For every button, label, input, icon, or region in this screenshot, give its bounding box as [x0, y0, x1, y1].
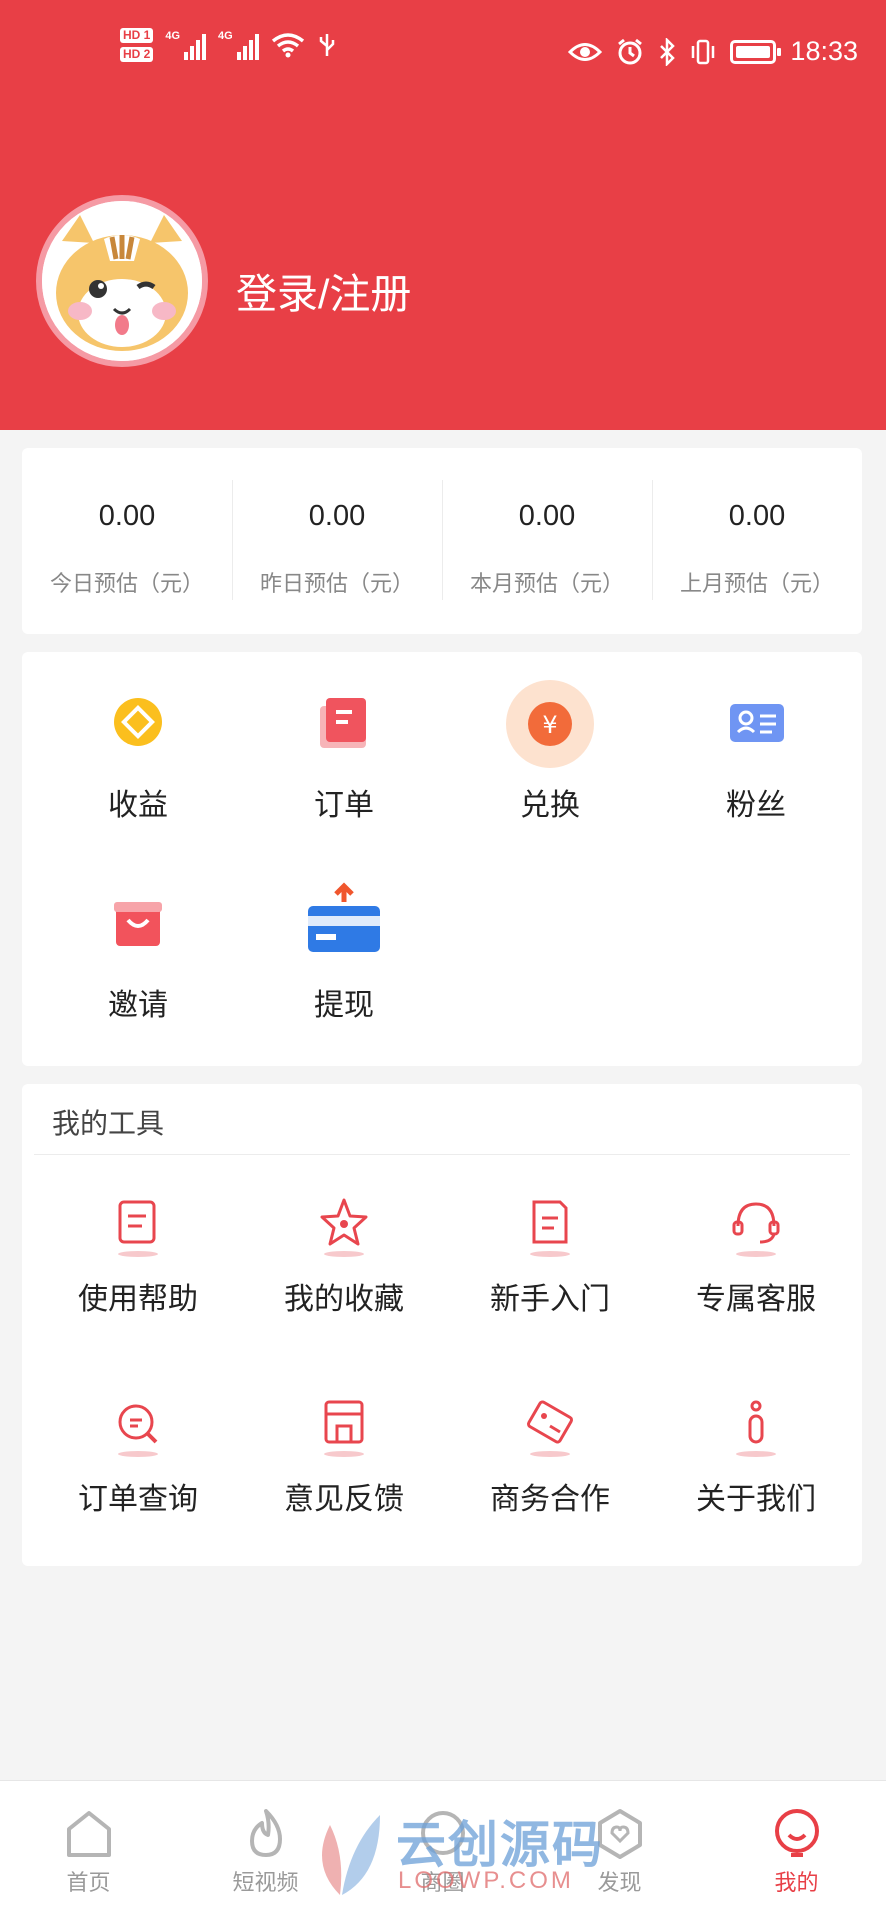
flame-icon	[236, 1803, 296, 1863]
divider	[34, 1154, 850, 1155]
usb-icon	[319, 34, 334, 56]
func-exchange[interactable]: ¥ 兑换	[460, 674, 640, 824]
home-icon	[59, 1803, 119, 1863]
vibrate-icon	[692, 39, 715, 64]
signal-icon: 4G	[165, 30, 207, 60]
func-earnings[interactable]: 收益	[48, 674, 228, 824]
coin-icon	[88, 674, 188, 774]
stat-this-month[interactable]: 0.00 本月预估（元）	[442, 448, 652, 634]
stat-value: 0.00	[728, 500, 786, 532]
tool-favorites[interactable]: 我的收藏	[244, 1184, 444, 1318]
stat-value: 0.00	[308, 500, 366, 532]
wifi-icon	[271, 33, 304, 58]
tool-label: 意见反馈	[284, 1483, 404, 1516]
tool-customer-service[interactable]: 专属客服	[656, 1184, 856, 1318]
tools-title: 我的工具	[52, 1108, 165, 1139]
func-label: 兑换	[520, 789, 580, 822]
stat-label: 上月预估（元）	[679, 571, 834, 596]
search-chat-icon	[98, 1384, 178, 1464]
guide-doc-icon	[510, 1184, 590, 1264]
gift-icon	[88, 874, 188, 974]
avatar[interactable]	[36, 195, 208, 367]
earnings-stats-card: 0.00 今日预估（元） 0.00 昨日预估（元） 0.00 本月预估（元） 0…	[22, 448, 862, 634]
watermark-logo: 云创源码 LOOWP.COM	[300, 1805, 620, 1905]
func-fans[interactable]: 粉丝	[666, 674, 846, 824]
func-withdraw[interactable]: 提现	[254, 874, 434, 1024]
tool-about-us[interactable]: 关于我们	[656, 1384, 856, 1518]
help-doc-icon	[98, 1184, 178, 1264]
status-bar: HD 1 HD 2 4G 4G 18:33	[0, 0, 886, 110]
watermark-subtext: LOOWP.COM	[398, 1867, 574, 1894]
watermark-leaf-icon	[322, 1815, 380, 1895]
tool-label: 我的收藏	[284, 1283, 404, 1316]
profile-header: HD 1 HD 2 4G 4G 18:33 登录/注册	[0, 0, 886, 430]
net1-label: 4G	[165, 30, 181, 42]
func-label: 收益	[108, 789, 168, 822]
status-left: HD 1 HD 2 4G 4G	[120, 28, 337, 62]
stat-value: 0.00	[98, 500, 156, 532]
info-icon	[716, 1384, 796, 1464]
stat-today[interactable]: 0.00 今日预估（元）	[22, 448, 232, 634]
tool-business-cooperation[interactable]: 商务合作	[450, 1384, 650, 1518]
alarm-icon	[618, 38, 643, 64]
tool-label: 专属客服	[696, 1283, 816, 1316]
tool-label: 订单查询	[78, 1483, 198, 1516]
hd2-badge: HD 2	[120, 47, 154, 62]
status-time: 18:33	[790, 36, 858, 66]
withdraw-icon	[294, 874, 394, 974]
functions-card: 收益 订单 ¥ 兑换 粉丝 邀请 提现	[22, 652, 862, 1066]
my-tools-card: 我的工具 使用帮助 我的收藏 新手入门 专属客服 订单查询 意见反馈 商务合作 …	[22, 1084, 862, 1566]
hd-badges: HD 1 HD 2	[120, 28, 154, 62]
func-label: 邀请	[108, 989, 168, 1022]
headset-icon	[716, 1184, 796, 1264]
exchange-icon: ¥	[500, 674, 600, 774]
tab-label: 首页	[66, 1870, 111, 1895]
svg-text:¥: ¥	[542, 711, 557, 739]
stat-value: 0.00	[518, 500, 576, 532]
profile-icon	[767, 1803, 827, 1863]
tool-feedback[interactable]: 意见反馈	[244, 1384, 444, 1518]
func-invite[interactable]: 邀请	[48, 874, 228, 1024]
fans-icon	[706, 674, 806, 774]
stat-label: 昨日预估（元）	[259, 571, 414, 596]
net2-label: 4G	[218, 30, 233, 42]
tool-label: 商务合作	[490, 1483, 610, 1516]
login-register-link[interactable]: 登录/注册	[236, 260, 411, 320]
stat-label: 今日预估（元）	[49, 571, 204, 596]
tab-home[interactable]: 首页	[0, 1781, 177, 1921]
bluetooth-icon	[660, 37, 676, 66]
tool-label: 新手入门	[490, 1283, 610, 1316]
order-icon	[294, 674, 394, 774]
stat-yesterday[interactable]: 0.00 昨日预估（元）	[232, 448, 442, 634]
status-right: 18:33	[568, 36, 858, 67]
tool-beginner-guide[interactable]: 新手入门	[450, 1184, 650, 1318]
eye-icon	[568, 42, 603, 61]
signal2-icon: 4G	[218, 30, 259, 60]
hd1-badge: HD 1	[120, 28, 154, 43]
battery-icon	[730, 39, 782, 64]
func-label: 订单	[314, 789, 374, 822]
star-icon	[304, 1184, 384, 1264]
stat-last-month[interactable]: 0.00 上月预估（元）	[652, 448, 862, 634]
tool-usage-help[interactable]: 使用帮助	[38, 1184, 238, 1318]
func-label: 粉丝	[726, 789, 786, 822]
tool-label: 使用帮助	[78, 1283, 198, 1316]
coupon-icon	[510, 1384, 590, 1464]
func-orders[interactable]: 订单	[254, 674, 434, 824]
tool-order-query[interactable]: 订单查询	[38, 1384, 238, 1518]
stat-label: 本月预估（元）	[469, 571, 624, 596]
func-label: 提现	[314, 989, 374, 1022]
tab-label: 我的	[774, 1870, 819, 1895]
tool-label: 关于我们	[696, 1483, 816, 1516]
squirrel-avatar-icon	[42, 201, 202, 361]
store-icon	[304, 1384, 384, 1464]
tab-mine[interactable]: 我的	[708, 1781, 885, 1921]
